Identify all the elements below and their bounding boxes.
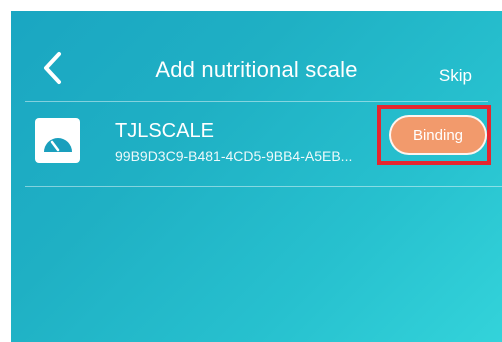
scale-icon: [35, 118, 80, 163]
nav-bar: Add nutritional scale Skip: [11, 11, 502, 101]
app-screen: Add nutritional scale Skip TJLSCALE 99B9…: [11, 11, 502, 342]
skip-button[interactable]: Skip: [439, 66, 472, 86]
device-name: TJLSCALE: [115, 120, 214, 142]
device-id: 99B9D3C9-B481-4CD5-9BB4-A5EB...: [115, 148, 353, 164]
binding-button[interactable]: Binding: [389, 115, 487, 155]
divider-bottom: [25, 186, 502, 187]
page-title: Add nutritional scale: [155, 57, 358, 82]
